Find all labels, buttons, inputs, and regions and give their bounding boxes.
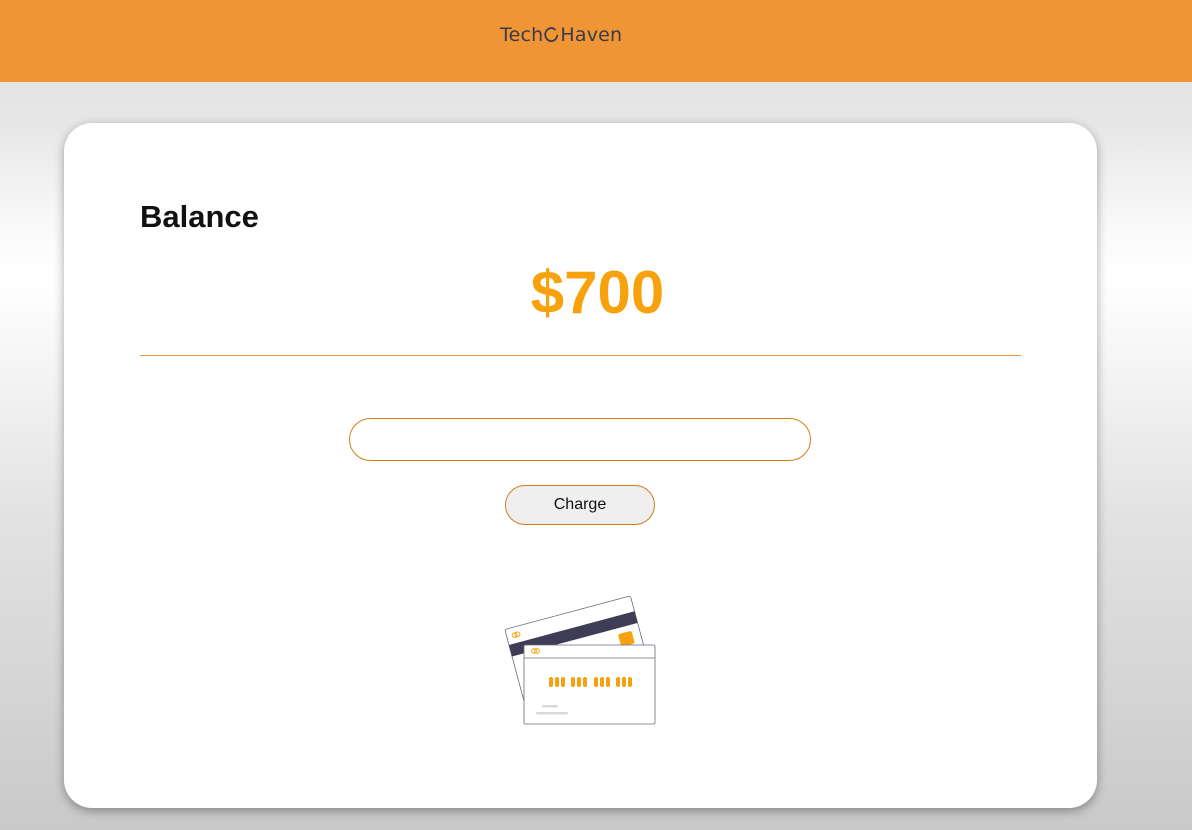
balance-heading: Balance <box>140 199 259 234</box>
charge-amount-input[interactable] <box>349 418 811 461</box>
brand-name-prefix: Tech <box>500 24 544 46</box>
top-bar: Tech Haven <box>0 0 1192 82</box>
brand-logo[interactable]: Tech Haven <box>500 22 622 48</box>
charge-button[interactable]: Charge <box>505 485 655 525</box>
divider <box>140 355 1021 356</box>
logo-ring-icon <box>544 27 559 42</box>
credit-cards-illustration <box>504 595 656 725</box>
balance-amount: $700 <box>530 259 665 326</box>
balance-card: Balance $700 Charge <box>64 123 1097 808</box>
brand-name-suffix: Haven <box>560 24 623 46</box>
